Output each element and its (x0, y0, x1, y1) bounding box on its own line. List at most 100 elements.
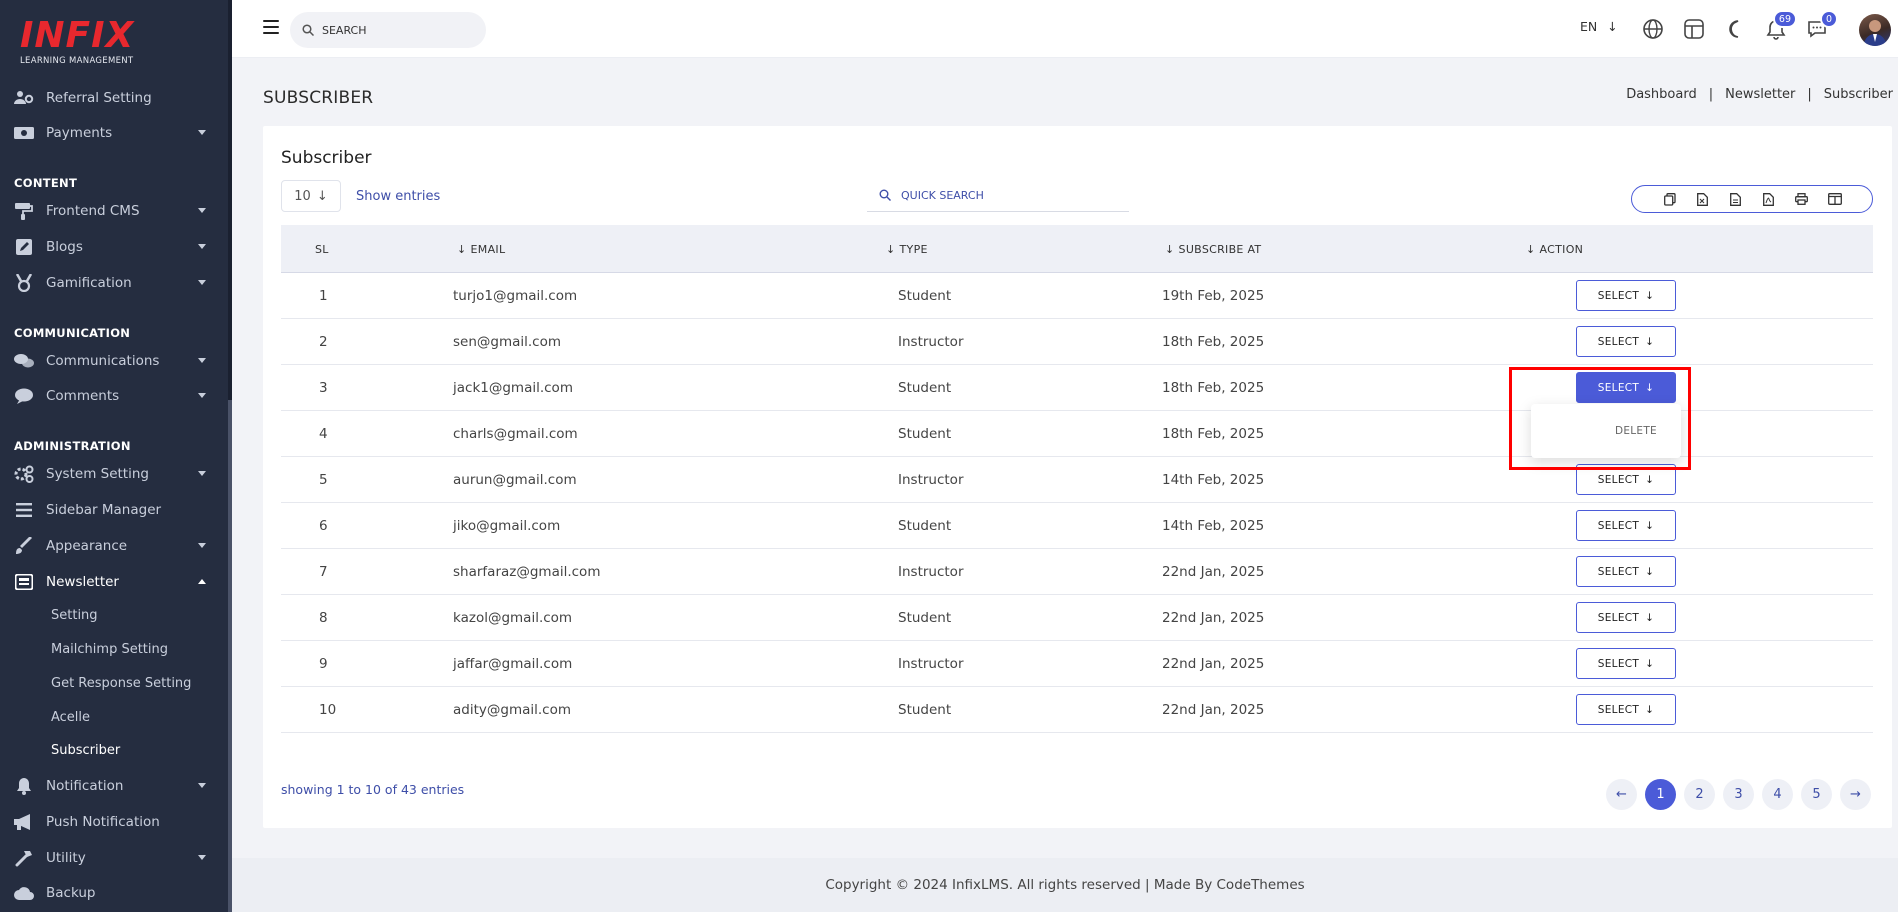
comment-icon (14, 386, 34, 406)
pdf-icon[interactable] (1752, 186, 1785, 212)
sidebar-item-system-setting[interactable]: System Setting (0, 458, 228, 490)
select-action-button[interactable]: SELECT ↓ (1576, 648, 1676, 679)
sidebar-item-referral-setting[interactable]: Referral Setting (0, 82, 228, 114)
sidebar-item-payments[interactable]: Payments (0, 117, 228, 149)
sidebar-scrollbar[interactable] (228, 0, 232, 912)
globe-icon[interactable] (1642, 18, 1664, 40)
gears-icon (14, 464, 34, 484)
cell-subscribe-at: 22nd Jan, 2025 (1162, 564, 1265, 580)
breadcrumb-dashboard[interactable]: Dashboard (1626, 87, 1697, 102)
avatar[interactable] (1859, 14, 1891, 46)
sidebar-item-comments[interactable]: Comments (0, 380, 228, 412)
menu-toggle-icon[interactable] (263, 20, 279, 34)
select-action-button[interactable]: SELECT ↓ (1576, 280, 1676, 311)
column-header-type[interactable]: ↓ TYPE (886, 243, 928, 256)
print-icon[interactable] (1785, 186, 1818, 212)
table-row: 10 adity@gmail.com Student 22nd Jan, 2025 SE… (281, 687, 1873, 733)
dark-mode-icon[interactable] (1724, 18, 1746, 40)
sidebar-subitem-get-response-setting[interactable]: Get Response Setting (51, 676, 191, 691)
select-action-button[interactable]: SELECT ↓ (1576, 694, 1676, 725)
table-header: SL ↓ EMAIL ↓ TYPE ↓ SUBSCRIBE AT ↓ ACTION (281, 225, 1873, 273)
sidebar-item-label: Communications (46, 353, 160, 369)
page-button-3[interactable]: 3 (1723, 779, 1754, 810)
column-header-label: ACTION (1539, 243, 1584, 256)
select-label: SELECT (1597, 335, 1640, 348)
notifications-icon[interactable]: 69 (1765, 10, 1797, 40)
language-selector[interactable]: EN ↓ (1580, 19, 1618, 34)
sidebar-item-gamification[interactable]: Gamification (0, 267, 228, 299)
breadcrumb-newsletter[interactable]: Newsletter (1725, 87, 1795, 102)
card-title: Subscriber (281, 148, 372, 168)
arrow-right-icon: → (1850, 787, 1861, 802)
page-button-5[interactable]: 5 (1801, 779, 1832, 810)
cell-type: Instructor (898, 472, 964, 488)
cell-email: charls@gmail.com (453, 426, 578, 442)
sidebar-scrollbar-thumb[interactable] (228, 400, 232, 912)
prev-page-button[interactable]: ← (1606, 779, 1637, 810)
copy-icon[interactable] (1653, 186, 1686, 212)
quick-search[interactable] (867, 180, 1129, 212)
sidebar-subitem-mailchimp-setting[interactable]: Mailchimp Setting (51, 642, 168, 657)
arrow-down-icon: ↓ (1645, 289, 1655, 302)
sidebar-item-label: Comments (46, 388, 120, 404)
sidebar-item-frontend-cms[interactable]: Frontend CMS (0, 195, 228, 227)
page-button-4[interactable]: 4 (1762, 779, 1793, 810)
sidebar-item-newsletter[interactable]: Newsletter (0, 566, 228, 598)
sidebar-subitem-acelle[interactable]: Acelle (51, 710, 90, 725)
export-toolbar (1631, 185, 1873, 213)
sidebar-item-communications[interactable]: Communications (0, 345, 228, 377)
select-action-button[interactable]: SELECT ↓ (1576, 556, 1676, 587)
quick-search-input[interactable] (901, 189, 1101, 202)
page-title: SUBSCRIBER (263, 88, 374, 108)
search-icon (879, 186, 891, 205)
section-heading-communication: COMMUNICATION (14, 326, 131, 340)
search-input[interactable] (322, 23, 472, 37)
select-label: SELECT (1597, 519, 1640, 532)
logo-subtitle: LEARNING MANAGEMENT (20, 56, 134, 66)
layout-icon[interactable] (1683, 18, 1705, 40)
excel-icon[interactable] (1686, 186, 1719, 212)
column-header-action[interactable]: ↓ ACTION (1526, 243, 1583, 256)
breadcrumb-separator: | (1807, 87, 1812, 102)
sidebar-item-utility[interactable]: Utility (0, 842, 228, 874)
sidebar-item-appearance[interactable]: Appearance (0, 530, 228, 562)
table-row: 1 turjo1@gmail.com Student 19th Feb, 2025 SE… (281, 273, 1873, 319)
sidebar-subitem-setting[interactable]: Setting (51, 608, 98, 623)
edit-icon (14, 237, 34, 257)
table-row: 8 kazol@gmail.com Student 22nd Jan, 2025 SEL… (281, 595, 1873, 641)
entries-select[interactable]: 10 ↓ (281, 180, 341, 212)
cell-sl: 1 (319, 288, 328, 304)
columns-icon[interactable] (1818, 186, 1851, 212)
cell-sl: 2 (319, 334, 328, 350)
arrow-down-icon: ↓ (1645, 703, 1655, 716)
sidebar-item-push-notification[interactable]: Push Notification (0, 806, 228, 838)
arrow-left-icon: ← (1616, 787, 1627, 802)
cell-type: Student (898, 702, 952, 718)
page-button-2[interactable]: 2 (1684, 779, 1715, 810)
select-action-button[interactable]: SELECT ↓ (1576, 602, 1676, 633)
select-action-button[interactable]: SELECT ↓ (1576, 326, 1676, 357)
column-header-label: TYPE (899, 243, 928, 256)
money-icon (14, 123, 34, 143)
top-search[interactable] (290, 12, 486, 48)
column-header-email[interactable]: ↓ EMAIL (457, 243, 505, 256)
sidebar-subitem-subscriber[interactable]: Subscriber (51, 743, 120, 758)
cell-email: kazol@gmail.com (453, 610, 573, 626)
sidebar-item-notification[interactable]: Notification (0, 770, 228, 802)
breadcrumb-subscriber[interactable]: Subscriber (1824, 87, 1893, 102)
column-header-label: EMAIL (470, 243, 506, 256)
select-action-button[interactable]: SELECT ↓ (1576, 510, 1676, 541)
next-page-button[interactable]: → (1840, 779, 1871, 810)
column-header-subscribe-at[interactable]: ↓ SUBSCRIBE AT (1165, 243, 1261, 256)
page-button-1[interactable]: 1 (1645, 779, 1676, 810)
cell-sl: 3 (319, 380, 328, 396)
brand-logo[interactable]: INFIX LEARNING MANAGEMENT (20, 18, 150, 70)
sidebar-item-blogs[interactable]: Blogs (0, 231, 228, 263)
footer: Copyright © 2024 InfixLMS. All rights re… (232, 858, 1898, 912)
column-header-sl[interactable]: SL (315, 243, 329, 256)
messages-icon[interactable]: 0 (1806, 10, 1838, 40)
sidebar-item-sidebar-manager[interactable]: Sidebar Manager (0, 494, 228, 526)
chat-icon (14, 351, 34, 371)
sidebar-item-backup[interactable]: Backup (0, 877, 228, 909)
csv-icon[interactable] (1719, 186, 1752, 212)
